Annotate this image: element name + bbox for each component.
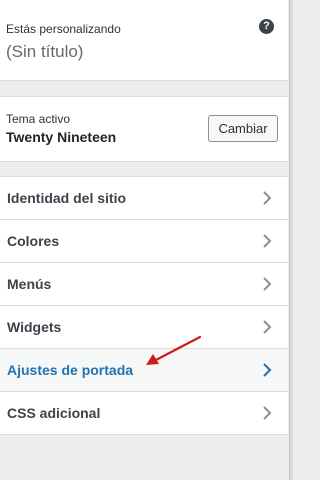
menu-item-label: CSS adicional (7, 405, 101, 421)
customizer-menu: Identidad del sitio Colores Menús Widget… (0, 176, 288, 435)
customizer-header: Estás personalizando (Sin título) ? (0, 0, 288, 81)
chevron-right-icon (262, 406, 272, 420)
menu-item-additional-css[interactable]: CSS adicional (0, 392, 288, 435)
panel-edge (289, 0, 293, 480)
customizer-panel: Estás personalizando (Sin título) ? Tema… (0, 0, 293, 480)
active-theme-section: Tema activo Twenty Nineteen Cambiar (0, 96, 288, 162)
customizing-label: Estás personalizando (6, 22, 121, 36)
active-theme-name: Twenty Nineteen (6, 129, 117, 145)
question-circle-icon[interactable]: ? (259, 19, 274, 34)
menu-item-label: Menús (7, 276, 52, 292)
menu-item-site-identity[interactable]: Identidad del sitio (0, 177, 288, 220)
menu-item-label: Colores (7, 233, 60, 249)
menu-item-menus[interactable]: Menús (0, 263, 288, 306)
chevron-right-icon (262, 191, 272, 205)
active-theme-label: Tema activo (6, 112, 71, 126)
menu-item-colors[interactable]: Colores (0, 220, 288, 263)
red-arrow-icon (142, 334, 206, 368)
chevron-right-icon (262, 320, 272, 334)
chevron-right-icon (262, 363, 272, 377)
menu-item-label: Identidad del sitio (7, 190, 127, 206)
chevron-right-icon (262, 277, 272, 291)
menu-item-label: Ajustes de portada (7, 362, 134, 378)
chevron-right-icon (262, 234, 272, 248)
change-theme-button[interactable]: Cambiar (208, 115, 278, 142)
menu-item-label: Widgets (7, 319, 62, 335)
site-title: (Sin título) (6, 42, 84, 61)
